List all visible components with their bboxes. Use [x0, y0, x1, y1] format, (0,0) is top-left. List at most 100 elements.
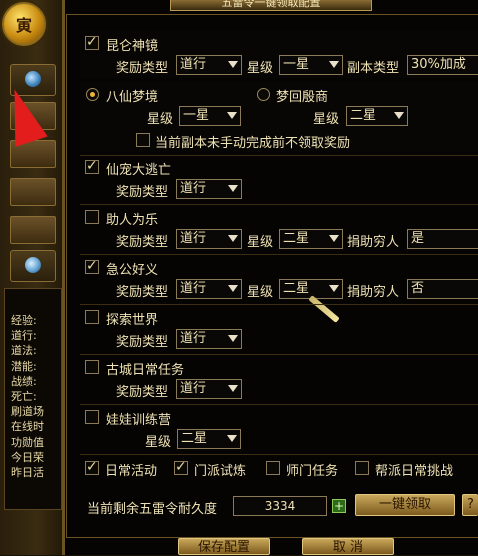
ancient-reward-label: 奖励类型	[116, 385, 169, 400]
durability-label: 当前剩余五雷令耐久度	[87, 502, 218, 517]
doll-star-value: 二星	[181, 431, 208, 446]
time-orb[interactable]: 寅	[2, 2, 46, 46]
sidebar-button-3[interactable]	[10, 178, 56, 206]
urgent-donate-label: 捐助穷人	[347, 285, 400, 300]
dialog-titlebar: 五雷令一键领取配置	[170, 0, 372, 11]
divider	[80, 204, 478, 205]
menghui-star-value: 二星	[350, 108, 377, 123]
orb-char: 寅	[15, 16, 32, 35]
doll-checkbox[interactable]	[85, 410, 99, 424]
kunlun-checkbox[interactable]	[85, 34, 99, 50]
help-donate-select[interactable]: 是	[407, 229, 478, 249]
manual-complete-note: 当前副本未手动完成前不领取奖励	[155, 136, 351, 151]
help-star-value: 二星	[283, 231, 310, 246]
dropdown-arrow-icon	[225, 230, 241, 248]
help-reward-label: 奖励类型	[116, 235, 169, 250]
kunlun-reward-select[interactable]: 道行	[176, 55, 242, 75]
kunlun-instance-label: 副本类型	[347, 61, 400, 76]
stat-yesterday-activity: 昨日活	[11, 466, 44, 480]
help-donate-label: 捐助穷人	[347, 235, 400, 250]
stat-potential: 潜能:	[11, 359, 37, 373]
divider	[80, 254, 478, 255]
dropdown-arrow-icon	[225, 56, 241, 74]
dropdown-arrow-icon	[225, 180, 241, 198]
help-star-label: 星级	[247, 235, 274, 250]
urgent-reward-value: 道行	[180, 281, 207, 296]
help-star-select[interactable]: 二星	[279, 229, 343, 249]
guild-challenge-checkbox[interactable]	[355, 461, 369, 475]
save-config-button[interactable]: 保存配置	[178, 538, 270, 555]
explore-reward-label: 奖励类型	[116, 335, 169, 350]
durability-value: 3334	[233, 496, 327, 516]
master-task-checkbox[interactable]	[266, 461, 280, 475]
kunlun-instance-value: 30%加成	[411, 57, 466, 72]
ancient-reward-select[interactable]: 道行	[176, 379, 242, 399]
dropdown-arrow-icon	[225, 280, 241, 298]
dropdown-arrow-icon	[391, 107, 407, 125]
stat-merit: 战绩:	[11, 374, 37, 388]
urgent-star-value: 二星	[283, 281, 310, 296]
urgent-donate-select[interactable]: 否	[407, 279, 478, 299]
explore-reward-value: 道行	[180, 331, 207, 346]
sect-trial-checkbox[interactable]	[174, 459, 188, 475]
divider	[80, 404, 478, 405]
sidebar-button-4[interactable]	[10, 216, 56, 244]
help-checkbox[interactable]	[85, 210, 99, 224]
sect-trial-label: 门派试炼	[194, 464, 247, 479]
dropdown-arrow-icon	[326, 280, 342, 298]
doll-star-label: 星级	[145, 435, 172, 450]
kunlun-star-select[interactable]: 一星	[279, 55, 343, 75]
urgent-donate-value: 否	[411, 281, 425, 296]
stat-today-honor: 今日荣	[11, 450, 44, 464]
baxian-star-select[interactable]: 一星	[179, 106, 241, 126]
help-button[interactable]: ?	[462, 494, 478, 516]
ancient-reward-value: 道行	[180, 381, 207, 396]
divider	[80, 454, 478, 455]
pet-reward-value: 道行	[180, 181, 207, 196]
doll-label: 娃娃训练营	[106, 413, 172, 428]
explore-checkbox[interactable]	[85, 310, 99, 324]
urgent-star-label: 星级	[247, 285, 274, 300]
stat-online: 在线时	[11, 420, 44, 434]
dropdown-arrow-icon	[224, 107, 240, 125]
explore-reward-select[interactable]: 道行	[176, 329, 242, 349]
daily-activity-checkbox[interactable]	[85, 459, 99, 475]
explore-label: 探索世界	[106, 313, 159, 328]
dialog-title: 五雷令一键领取配置	[221, 0, 321, 9]
menghui-radio[interactable]	[257, 88, 270, 101]
pet-reward-select[interactable]: 道行	[176, 179, 242, 199]
ancient-label: 古城日常任务	[106, 363, 185, 378]
dropdown-arrow-icon	[326, 230, 342, 248]
kunlun-instance-select[interactable]: 30%加成	[407, 55, 478, 75]
daily-activity-label: 日常活动	[105, 464, 158, 479]
urgent-reward-select[interactable]: 道行	[176, 279, 242, 299]
baxian-star-label: 星级	[147, 112, 174, 127]
doll-star-select[interactable]: 二星	[177, 429, 241, 449]
baxian-radio[interactable]	[86, 88, 99, 101]
stat-gongxun: 功勋值	[11, 435, 44, 449]
menghui-star-select[interactable]: 二星	[346, 106, 408, 126]
dropdown-arrow-icon	[225, 330, 241, 348]
help-donate-value: 是	[411, 231, 425, 246]
sidebar-gem-button-2[interactable]	[10, 250, 56, 282]
urgent-checkbox[interactable]	[85, 258, 99, 274]
help-label: 助人为乐	[106, 213, 159, 228]
ancient-checkbox[interactable]	[85, 360, 99, 374]
manual-complete-checkbox[interactable]	[136, 133, 150, 147]
stat-daofa: 道法:	[11, 344, 37, 358]
urgent-label: 急公好义	[106, 263, 159, 278]
kunlun-reward-value: 道行	[180, 57, 207, 72]
kunlun-label: 昆仑神镜	[106, 39, 159, 54]
dropdown-arrow-icon	[224, 430, 240, 448]
stat-death: 死亡:	[11, 390, 37, 404]
add-durability-button[interactable]: +	[332, 499, 346, 513]
guild-challenge-label: 帮派日常挑战	[375, 464, 454, 479]
baxian-star-value: 一星	[183, 108, 210, 123]
swirl-icon	[25, 257, 41, 273]
claim-all-button[interactable]: 一键领取	[355, 494, 455, 516]
divider	[80, 354, 478, 355]
cancel-button[interactable]: 取 消	[302, 538, 394, 555]
help-reward-select[interactable]: 道行	[176, 229, 242, 249]
pet-checkbox[interactable]	[85, 158, 99, 174]
stat-exp: 经验:	[11, 314, 37, 327]
